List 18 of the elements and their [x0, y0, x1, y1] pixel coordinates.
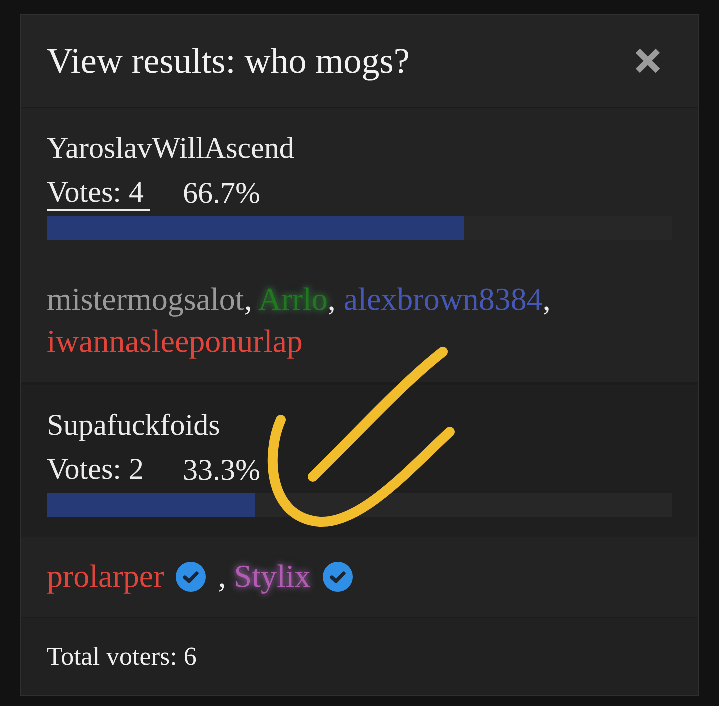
option-name: YaroslavWillAscend — [47, 131, 294, 167]
list-comma: , — [244, 281, 252, 317]
vote-count[interactable]: Votes: 2 — [47, 452, 150, 488]
vote-count[interactable]: Votes: 4 — [47, 175, 150, 211]
list-comma: , — [542, 281, 551, 317]
dialog-title: View results: who mogs? — [47, 40, 410, 82]
total-voters: Total voters: 6 — [47, 642, 197, 672]
voter-name[interactable]: Arrlo — [258, 281, 328, 317]
option-name: Supafuckfoids — [47, 408, 220, 444]
voter-name[interactable]: prolarper — [47, 558, 164, 594]
vote-percentage: 66.7% — [182, 176, 260, 210]
list-comma: , — [328, 281, 336, 317]
voter-name[interactable]: Stylix — [234, 558, 311, 594]
voter-name[interactable]: alexbrown8384 — [344, 281, 543, 317]
vote-percentage: 33.3% — [182, 453, 260, 487]
voter-name[interactable]: iwannasleeponurlap — [47, 323, 303, 359]
list-comma: , — [218, 558, 226, 594]
voter-name[interactable]: mistermogsalot — [47, 281, 244, 317]
